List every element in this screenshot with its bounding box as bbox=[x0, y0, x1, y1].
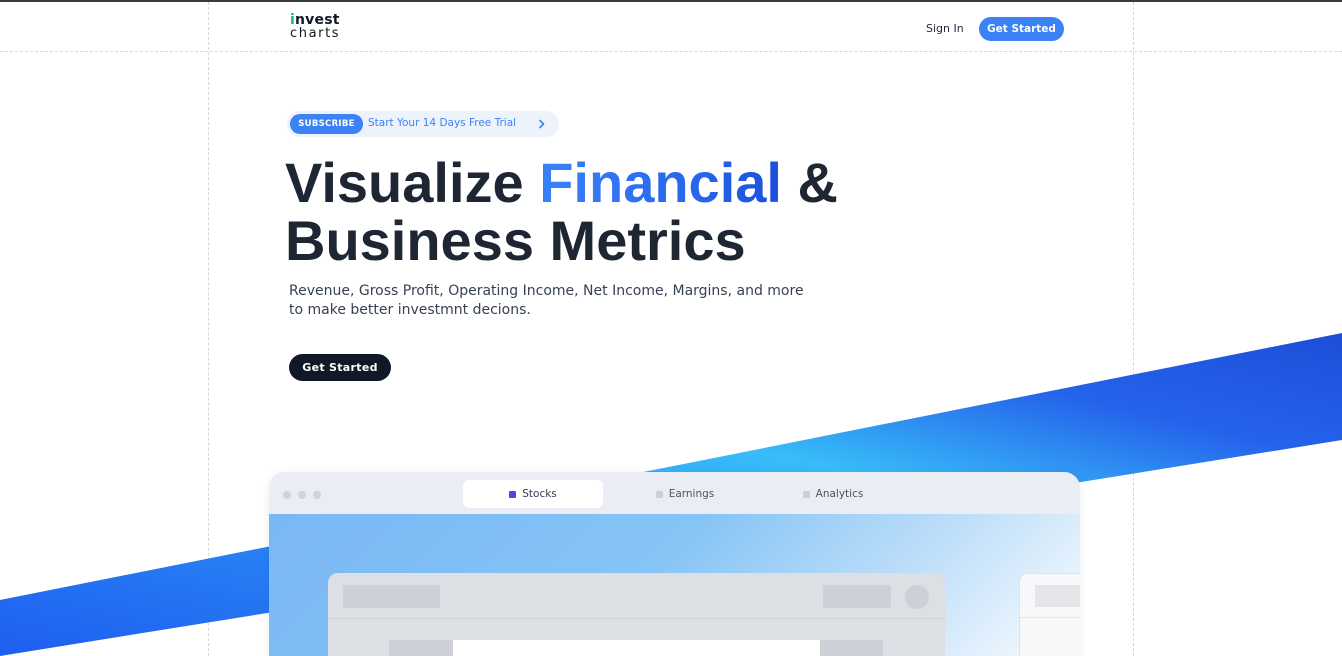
get-started-header-button[interactable]: Get Started bbox=[979, 17, 1064, 41]
placeholder-content bbox=[453, 640, 820, 656]
placeholder-block bbox=[1035, 585, 1080, 607]
window-titlebar: Stocks Earnings Analytics bbox=[269, 472, 1080, 514]
placeholder-block bbox=[820, 640, 883, 656]
tab-square-icon bbox=[509, 490, 517, 498]
window-dot-icon bbox=[283, 491, 291, 499]
tab-square-icon bbox=[655, 490, 663, 498]
title-part1: Visualize bbox=[285, 151, 540, 214]
subscribe-badge: SUBSCRIBE bbox=[290, 114, 363, 134]
window-dot-icon bbox=[313, 491, 321, 499]
trial-text: Start Your 14 Days Free Trial bbox=[368, 117, 517, 129]
dashboard-panel-placeholder bbox=[328, 573, 945, 656]
tab-label: Analytics bbox=[815, 488, 864, 500]
tab-earnings[interactable]: Earnings bbox=[635, 480, 735, 508]
title-accent: Financial bbox=[539, 151, 782, 214]
brand-logo[interactable]: invest charts bbox=[290, 13, 341, 41]
card-divider bbox=[1020, 617, 1080, 618]
get-started-hero-button[interactable]: Get Started bbox=[289, 354, 391, 381]
hero-title: Visualize Financial & Business Metrics bbox=[285, 154, 838, 270]
logo-text-bottom: charts bbox=[290, 26, 341, 41]
tab-analytics[interactable]: Analytics bbox=[783, 480, 883, 508]
title-line2: Business Metrics bbox=[285, 209, 746, 272]
placeholder-block bbox=[823, 585, 891, 608]
placeholder-block bbox=[343, 585, 440, 608]
tab-label: Earnings bbox=[668, 488, 715, 500]
app-preview-window: Stocks Earnings Analytics bbox=[269, 472, 1080, 656]
tab-stocks[interactable]: Stocks bbox=[463, 480, 603, 508]
hero-subtitle: Revenue, Gross Profit, Operating Income,… bbox=[289, 283, 804, 318]
window-dot-icon bbox=[298, 491, 306, 499]
tab-label: Stocks bbox=[522, 488, 557, 500]
panel-divider bbox=[328, 618, 945, 619]
side-card-placeholder bbox=[1019, 573, 1080, 656]
sign-in-link[interactable]: Sign In bbox=[926, 22, 964, 35]
placeholder-avatar bbox=[905, 585, 929, 609]
tab-square-icon bbox=[802, 490, 810, 498]
title-part2: & bbox=[781, 151, 838, 214]
placeholder-block bbox=[389, 640, 453, 656]
chevron-right-icon bbox=[539, 119, 545, 129]
trial-banner[interactable]: SUBSCRIBE Start Your 14 Days Free Trial bbox=[287, 111, 559, 137]
window-control-dots bbox=[283, 491, 321, 499]
